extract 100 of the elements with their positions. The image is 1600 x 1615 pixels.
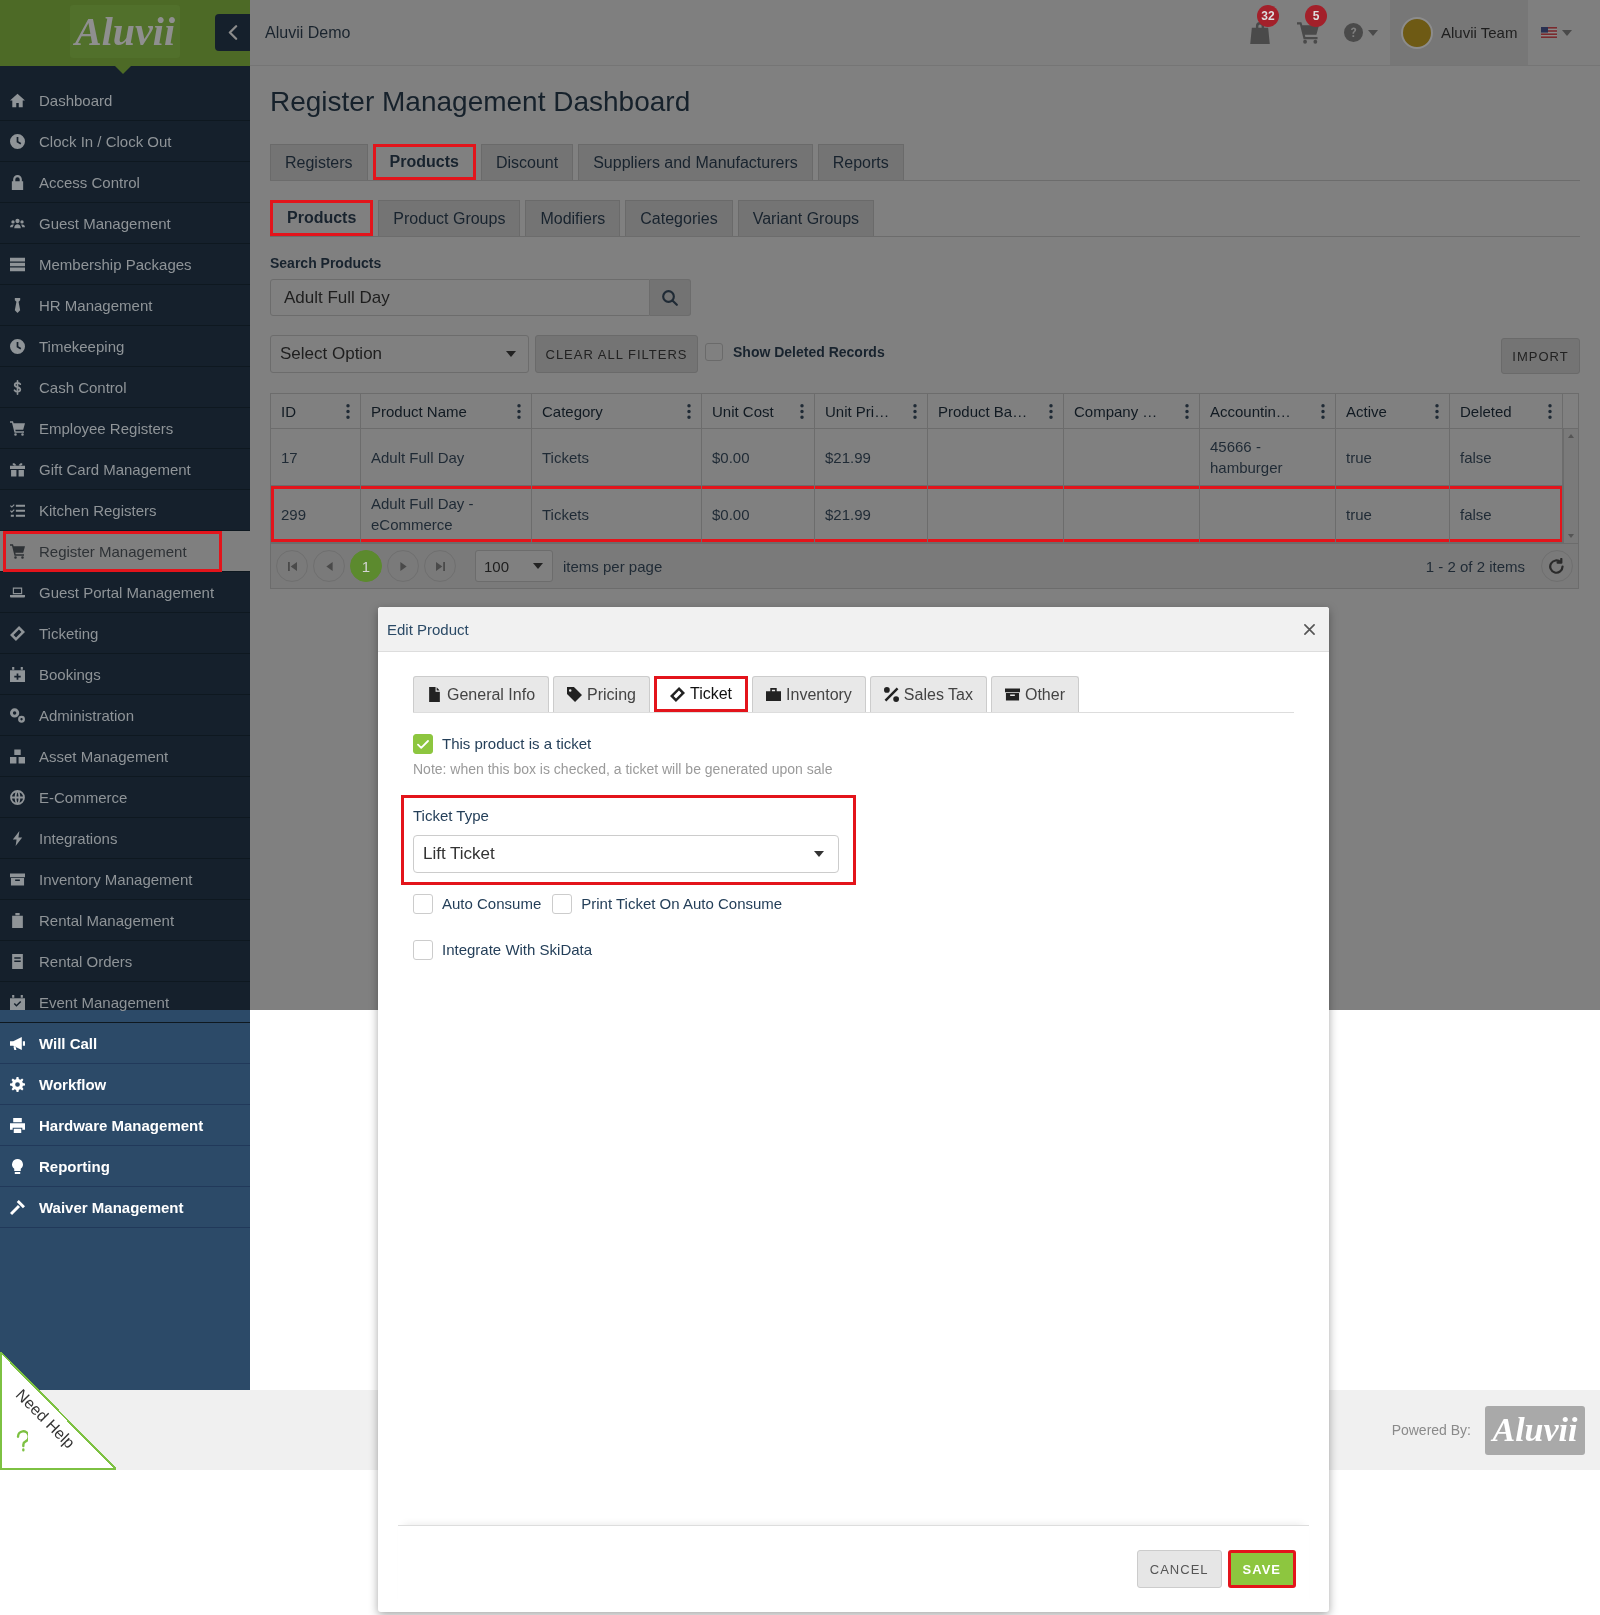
search-label: Search Products — [270, 254, 383, 273]
question-icon — [16, 1430, 28, 1452]
clear-filters-button[interactable]: CLEAR ALL FILTERS — [535, 335, 698, 373]
sidebar-item[interactable]: Reporting — [0, 1146, 250, 1187]
tab[interactable]: Pricing — [553, 676, 650, 712]
more-vertical-icon[interactable] — [1548, 403, 1552, 419]
table-cell: Adult Full Day — [361, 429, 532, 485]
sidebar-item[interactable]: Register Management — [0, 531, 250, 572]
tab[interactable]: Sales Tax — [869, 676, 987, 712]
tab[interactable]: Discount — [480, 144, 574, 180]
sidebar-item[interactable]: E-Commerce — [0, 777, 250, 818]
import-button[interactable]: IMPORT — [1501, 338, 1580, 374]
column-header[interactable]: Accountin… — [1200, 394, 1336, 428]
tab[interactable]: Ticket — [653, 676, 749, 712]
sidebar-item[interactable]: Workflow — [0, 1064, 250, 1105]
table-cell: 299 — [271, 486, 361, 542]
help-icon[interactable] — [1344, 23, 1363, 42]
more-vertical-icon[interactable] — [800, 403, 804, 419]
flag-icon[interactable] — [1541, 27, 1557, 38]
checkbox[interactable] — [413, 734, 433, 754]
table-cell: true — [1336, 429, 1450, 485]
calendar-plus-icon — [10, 666, 25, 682]
sidebar-item[interactable]: Rental Management — [0, 900, 250, 941]
more-vertical-icon[interactable] — [517, 403, 521, 419]
tab[interactable]: General Info — [413, 676, 550, 712]
page-summary: 1 - 2 of 2 items — [1425, 557, 1525, 575]
megaphone-icon — [10, 1035, 25, 1051]
column-header[interactable]: Unit Pri… — [815, 394, 928, 428]
sidebar-item[interactable]: Access Control — [0, 162, 250, 203]
column-header[interactable]: Product Ba… — [928, 394, 1064, 428]
tab[interactable]: Products — [372, 144, 476, 180]
more-vertical-icon[interactable] — [1185, 403, 1189, 419]
search-button[interactable] — [650, 279, 691, 316]
next-page-icon — [398, 561, 408, 571]
more-vertical-icon[interactable] — [1435, 403, 1439, 419]
tab[interactable]: Other — [990, 676, 1079, 712]
close-button[interactable] — [1304, 623, 1315, 635]
checkbox-label: Show Deleted Records — [733, 344, 885, 360]
sidebar-item[interactable]: Will Call — [0, 1023, 250, 1064]
sidebar-item[interactable]: Timekeeping — [0, 326, 250, 367]
tag-icon — [567, 687, 583, 702]
subtab[interactable]: Product Groups — [378, 200, 521, 236]
table-cell: 17 — [271, 429, 361, 485]
filter-dropdown[interactable]: Select Option — [270, 335, 529, 373]
caret-icon — [814, 851, 824, 857]
subtab[interactable]: Categories — [625, 200, 733, 236]
column-header[interactable]: Category — [532, 394, 702, 428]
page-size-dropdown[interactable]: 100 — [475, 550, 553, 582]
percent-icon — [883, 687, 899, 702]
column-header[interactable]: Deleted — [1450, 394, 1563, 428]
more-vertical-icon[interactable] — [687, 403, 691, 419]
subtab[interactable]: Modifiers — [525, 200, 621, 236]
tab[interactable]: Registers — [270, 144, 368, 180]
search-icon — [662, 289, 678, 306]
file-icon — [427, 687, 442, 702]
table-cell: $21.99 — [815, 486, 928, 542]
tab[interactable]: Inventory — [752, 676, 866, 712]
column-header[interactable]: Company … — [1064, 394, 1200, 428]
sidebar-item[interactable]: Clock In / Clock Out — [0, 121, 250, 162]
brand-logo: Aluvii — [1485, 1405, 1585, 1455]
book-icon — [10, 953, 25, 969]
column-header[interactable]: Active — [1336, 394, 1450, 428]
ticket-type-dropdown[interactable]: Lift Ticket — [413, 835, 839, 873]
sidebar-item[interactable]: Event Management — [0, 982, 250, 1023]
sidebar-item[interactable]: Hardware Management — [0, 1105, 250, 1146]
more-vertical-icon[interactable] — [1321, 403, 1325, 419]
app-title: Aluvii Demo — [265, 23, 351, 42]
sidebar-item[interactable]: Inventory Management — [0, 859, 250, 900]
cancel-button[interactable]: CANCEL — [1136, 1550, 1222, 1588]
subtab[interactable]: Variant Groups — [737, 200, 875, 236]
cart-icon[interactable] — [1297, 21, 1319, 44]
scrollbar[interactable] — [1563, 429, 1578, 543]
count-badge: 32 — [1257, 4, 1279, 27]
table-row[interactable]: 17 Adult Full Day Tickets $0.00 $21.99 45666 - hamburger true false — [271, 429, 1563, 486]
sidebar-item[interactable]: Waiver Management — [0, 1187, 250, 1228]
sidebar-item[interactable]: Rental Orders — [0, 941, 250, 982]
table-cell: Tickets — [532, 429, 702, 485]
page-size-label: items per page — [563, 557, 663, 575]
more-vertical-icon[interactable] — [1049, 403, 1053, 419]
table-row[interactable]: 299 Adult Full Day - eCommerce Tickets $0.00 $21.99 true false — [271, 486, 1563, 543]
column-header[interactable]: Product Name — [361, 394, 532, 428]
tab[interactable]: Reports — [817, 144, 904, 180]
user-menu[interactable]: Aluvii Team — [1390, 0, 1528, 65]
checkbox-label: Auto Consume — [442, 894, 542, 914]
clock-icon — [10, 338, 25, 354]
subtab[interactable]: Products — [270, 200, 374, 236]
page-button[interactable]: 1 — [350, 550, 382, 582]
sidebar-item[interactable]: Membership Packages — [0, 244, 250, 285]
sidebar-item[interactable]: Bookings — [0, 654, 250, 695]
collapse-sidebar-button[interactable] — [215, 14, 250, 51]
more-vertical-icon[interactable] — [913, 403, 917, 419]
more-vertical-icon[interactable] — [346, 403, 350, 419]
tab[interactable]: Suppliers and Manufacturers — [578, 144, 813, 180]
column-header[interactable]: ID — [271, 394, 361, 428]
search-field[interactable]: Adult Full Day — [270, 279, 650, 316]
bag-icon[interactable] — [1249, 21, 1271, 44]
printer-icon — [10, 1117, 25, 1133]
ticket-icon — [10, 625, 25, 641]
help-text: Note: when this box is checked, a ticket will be generated upon sale — [413, 760, 834, 778]
column-header[interactable]: Unit Cost — [702, 394, 815, 428]
